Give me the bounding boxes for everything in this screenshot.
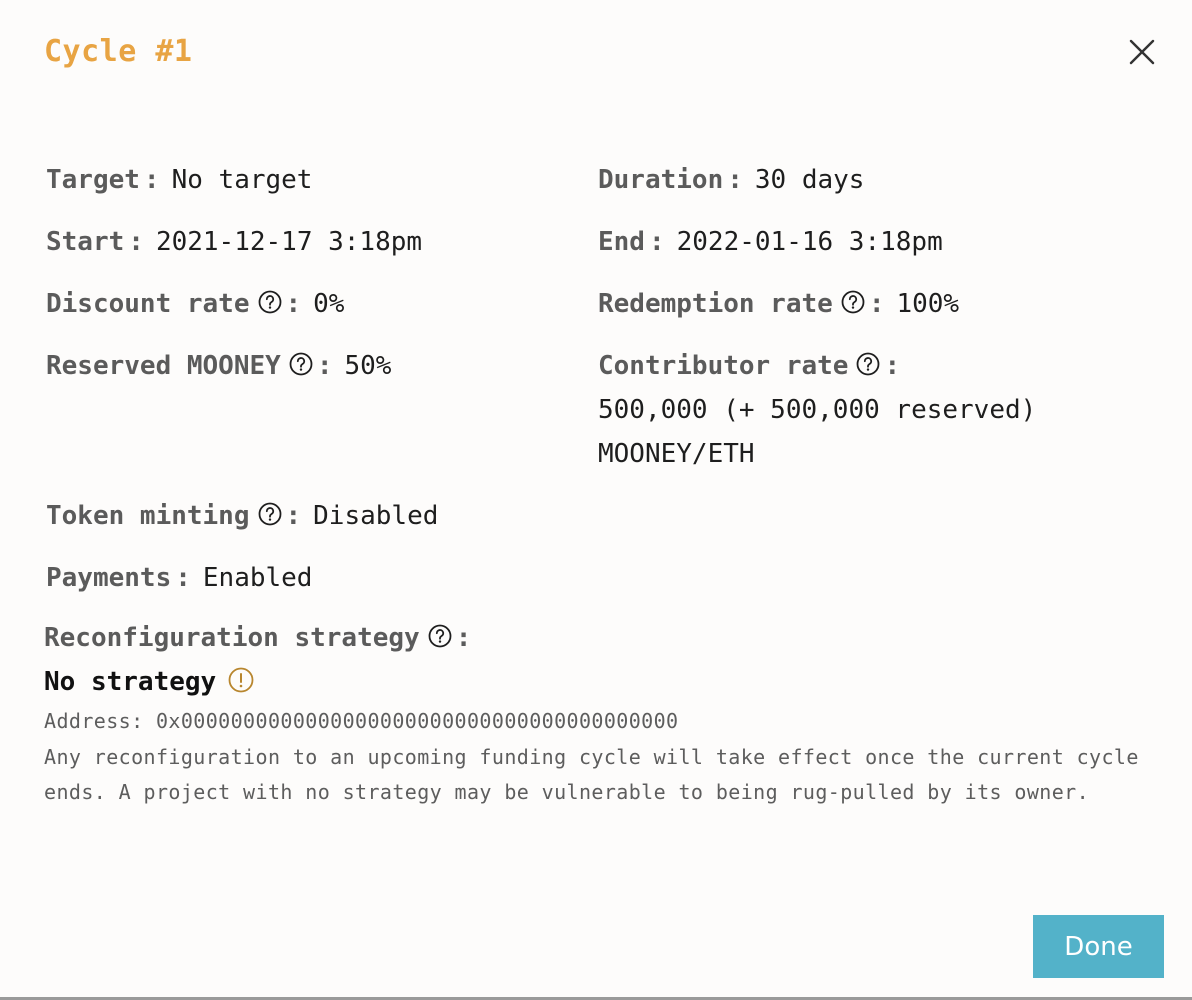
reconfiguration-colon: : xyxy=(455,623,472,653)
funding-cycle-modal: Cycle #1 Target: No target Duration:30 da… xyxy=(0,0,1192,1000)
end-field: End:2022-01-16 3:18pm xyxy=(598,227,943,257)
payments-label: Payments xyxy=(46,563,172,593)
end-value: 2022-01-16 3:18pm xyxy=(676,227,943,257)
token-minting-help-icon[interactable] xyxy=(258,502,282,526)
target-colon: : xyxy=(143,165,160,195)
start-label: Start xyxy=(46,227,125,257)
reconfiguration-strategy-label: Reconfiguration strategy xyxy=(44,623,420,653)
start-colon: : xyxy=(128,227,144,257)
redemption-rate-help-icon[interactable] xyxy=(841,290,865,314)
start-value: 2021-12-17 3:18pm xyxy=(155,227,423,257)
reserved-value: 50% xyxy=(344,351,392,381)
redemption-rate-colon: : xyxy=(868,289,885,319)
reconfiguration-help-icon[interactable] xyxy=(428,624,452,648)
target-label: Target xyxy=(46,165,140,195)
contributor-rate-help-icon[interactable] xyxy=(856,352,880,376)
start-field: Start:2021-12-17 3:18pm xyxy=(46,227,422,257)
redemption-rate-field: Redemption rate:100% xyxy=(598,289,959,319)
close-icon xyxy=(1129,39,1155,65)
reconfiguration-strategy-field: Reconfiguration strategy: xyxy=(44,623,471,653)
redemption-rate-label: Redemption rate xyxy=(598,289,833,319)
warning-icon[interactable] xyxy=(228,667,254,693)
discount-rate-colon: : xyxy=(285,289,302,319)
discount-rate-field: Discount rate:0% xyxy=(46,289,344,319)
redemption-rate-value: 100% xyxy=(896,289,960,319)
token-minting-label: Token minting xyxy=(46,501,250,531)
target-value: No target xyxy=(171,165,313,195)
contributor-rate-unit: MOONEY/ETH xyxy=(598,439,755,469)
token-minting-field: Token minting: Disabled xyxy=(46,501,438,531)
token-minting-colon: : xyxy=(285,501,302,531)
contributor-rate-value: 500,000 (+ 500,000 reserved) xyxy=(598,395,1037,425)
reserved-help-icon[interactable] xyxy=(289,352,313,376)
discount-rate-help-icon[interactable] xyxy=(258,290,282,314)
payments-value: Enabled xyxy=(202,563,313,593)
duration-field: Duration:30 days xyxy=(598,165,864,195)
reserved-field: Reserved MOONEY:50% xyxy=(46,351,391,381)
duration-value: 30 days xyxy=(754,165,865,195)
modal-title: Cycle #1 xyxy=(44,34,193,69)
strategy-name: No strategy xyxy=(44,667,254,697)
duration-colon: : xyxy=(727,165,743,195)
contributor-rate-label: Contributor rate xyxy=(598,351,849,381)
discount-rate-value: 0% xyxy=(313,289,345,319)
done-button[interactable]: Done xyxy=(1033,915,1164,978)
reserved-colon: : xyxy=(316,351,333,381)
contributor-rate-field: Contributor rate: xyxy=(598,351,900,381)
discount-rate-label: Discount rate xyxy=(46,289,250,319)
end-colon: : xyxy=(648,227,665,257)
target-field: Target: No target xyxy=(46,165,312,195)
strategy-name-text: No strategy xyxy=(44,667,217,697)
end-label: End xyxy=(598,227,645,257)
strategy-warning-note: Any reconfiguration to an upcoming fundi… xyxy=(44,745,1139,804)
contributor-rate-colon: : xyxy=(884,351,901,381)
payments-field: Payments: Enabled xyxy=(46,563,312,593)
token-minting-value: Disabled xyxy=(313,501,439,531)
duration-label: Duration xyxy=(598,165,724,195)
strategy-address: Address: 0x00000000000000000000000000000… xyxy=(44,709,679,733)
reserved-label: Reserved MOONEY xyxy=(46,351,281,381)
close-button[interactable] xyxy=(1126,36,1158,68)
payments-colon: : xyxy=(175,563,191,593)
